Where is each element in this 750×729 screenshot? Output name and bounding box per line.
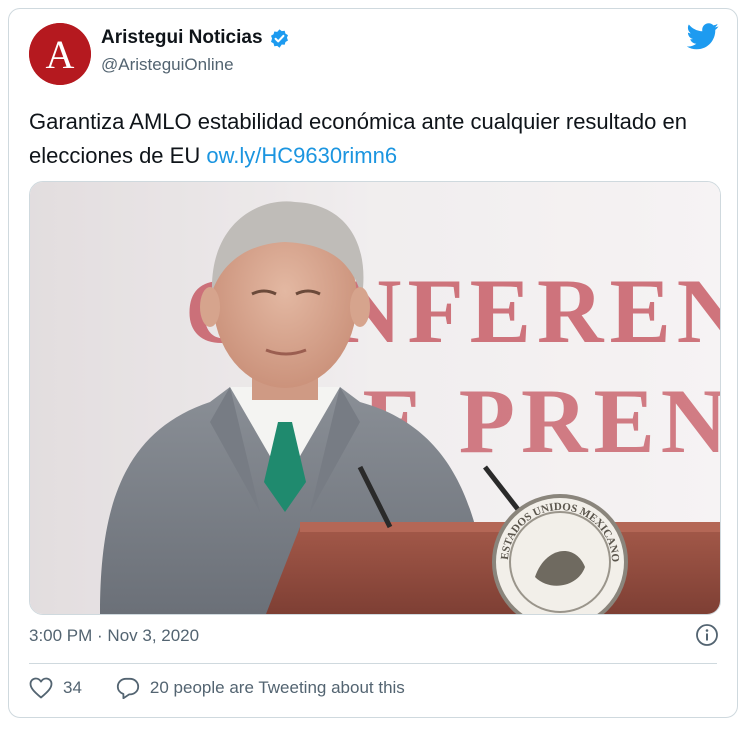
twitter-bird-icon[interactable] — [686, 23, 719, 55]
tweeting-about-link[interactable]: 20 people are Tweeting about this — [116, 677, 405, 699]
tweeting-text: 20 people are Tweeting about this — [149, 678, 405, 697]
author-name[interactable]: Aristegui Noticias — [101, 27, 263, 49]
author-handle[interactable]: @AristeguiOnline — [101, 55, 290, 75]
tweet-photo[interactable]: CONFERENCIA DE PRENSA ESTADOS UNIDOS ME — [29, 181, 721, 615]
speech-bubble-icon — [116, 677, 140, 699]
tweet-text: Garantiza AMLO estabilidad económica ant… — [29, 105, 719, 173]
tweet-link[interactable]: ow.ly/HC9630rimn6 — [206, 143, 397, 168]
heart-icon — [29, 677, 53, 699]
verified-badge-icon — [269, 28, 290, 49]
author-block: Aristegui Noticias @AristeguiOnline — [101, 27, 290, 75]
like-button[interactable]: 34 — [29, 677, 82, 699]
like-count: 34 — [63, 678, 82, 697]
tweet-card[interactable]: A Aristegui Noticias @AristeguiOnline Ga… — [8, 8, 738, 718]
info-icon[interactable] — [695, 623, 719, 652]
avatar[interactable]: A — [29, 23, 91, 85]
tweet-timestamp[interactable]: 3:00 PM · Nov 3, 2020 — [29, 626, 199, 646]
tweet-actions: 34 20 people are Tweeting about this — [29, 677, 405, 699]
svg-text:A: A — [46, 32, 75, 77]
avatar-logo: A — [29, 23, 91, 85]
divider — [29, 663, 717, 664]
